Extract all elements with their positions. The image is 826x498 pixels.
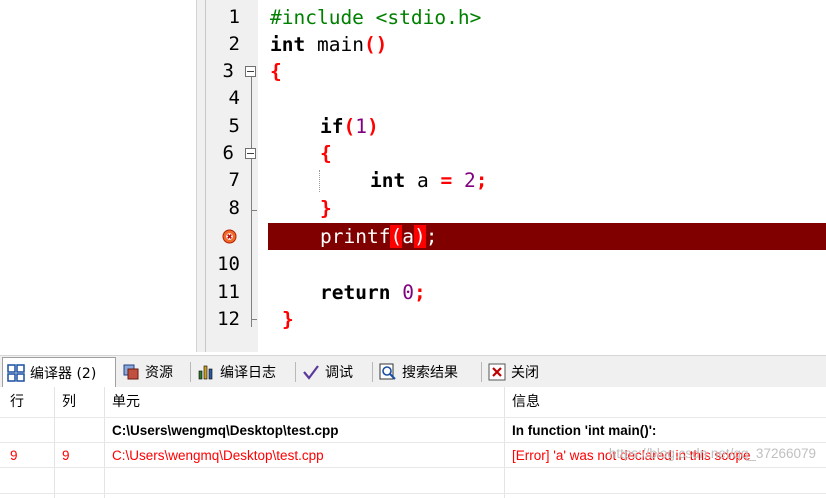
watermark: https://blog.csdn.net/qq_37266079: [608, 446, 816, 461]
open-brace: {: [270, 60, 282, 83]
operator: (: [390, 225, 403, 248]
line-number: 4: [228, 87, 240, 109]
line-number: 2: [228, 33, 240, 55]
code-text: return 0;: [320, 279, 426, 306]
number-literal: 1: [355, 115, 367, 138]
checkmark-icon: [303, 365, 319, 380]
close-icon: [488, 363, 506, 381]
operator: ): [413, 225, 426, 248]
compiler-messages-table: 行 列 单元 信息 C:\Users\wengmq\Desktop\test.c…: [0, 387, 826, 498]
bar-chart-icon: [198, 365, 213, 380]
operator: ;: [413, 281, 426, 304]
tab-label: 资源: [145, 365, 173, 381]
row-line: 9: [10, 448, 18, 463]
line-number: 1: [228, 6, 240, 28]
tab-label: 调试: [325, 365, 353, 381]
code-line-9-error: printf(a);: [206, 223, 826, 250]
tab-label: 编译器 (2): [30, 365, 97, 382]
column-header-line[interactable]: 行: [10, 387, 24, 417]
code-line-2: 2 int main(): [206, 31, 826, 58]
row-message: In function 'int main()':: [512, 423, 657, 438]
line-number: 12: [217, 308, 240, 330]
code-line-8: 8 }: [206, 195, 826, 222]
compiler-grid-icon: [7, 363, 25, 382]
line-number: 10: [217, 253, 240, 275]
tab-close[interactable]: 关闭: [484, 358, 552, 386]
pane-splitter[interactable]: [197, 0, 206, 352]
keyword: if: [320, 115, 344, 138]
keyword: int: [270, 33, 306, 56]
identifier: a: [402, 225, 414, 248]
row-column: 9: [62, 448, 70, 463]
code-text: if(1): [320, 113, 379, 140]
tab-label: 关闭: [511, 365, 539, 381]
operator: ): [366, 115, 379, 138]
number-literal: 2: [452, 169, 476, 192]
line-number: 5: [228, 115, 240, 137]
include-directive: #include <stdio.h>: [270, 6, 482, 29]
code-line-12: 12 }: [206, 306, 826, 333]
tab-debug[interactable]: 调试: [298, 358, 370, 386]
identifier: a: [405, 169, 441, 192]
keyword: return: [320, 281, 391, 304]
tab-search-results[interactable]: 搜索结果: [375, 358, 479, 386]
code-editor[interactable]: 1 #include <stdio.h> 2 int main() 3 { 4 …: [206, 0, 826, 352]
line-number: 11: [217, 281, 240, 303]
column-header-message[interactable]: 信息: [512, 387, 540, 417]
code-line-11: 11 return 0;: [206, 279, 826, 306]
identifier: printf: [320, 225, 391, 248]
code-line-6: 6 {: [206, 140, 826, 167]
row-unit: C:\Users\wengmq\Desktop\test.cpp: [112, 448, 324, 463]
column-header-unit[interactable]: 单元: [112, 387, 140, 417]
code-line-4: 4: [206, 85, 826, 112]
code-text: int main(): [270, 31, 387, 58]
keyword: int: [370, 169, 406, 192]
operator: =: [440, 169, 453, 192]
code-line-1: 1 #include <stdio.h>: [206, 4, 826, 31]
code-line-3: 3 {: [206, 58, 826, 85]
operator: (): [363, 33, 388, 56]
output-tab-bar: 编译器 (2) 资源 编译日志 调试 搜索结果 关闭: [0, 355, 826, 388]
operator: ;: [425, 225, 438, 248]
code-line-7: 7 int a = 2;: [206, 167, 826, 194]
column-header-column[interactable]: 列: [62, 387, 76, 417]
tab-compile-log[interactable]: 编译日志: [193, 358, 293, 386]
project-pane: [0, 0, 197, 352]
line-number: 6: [222, 142, 234, 164]
error-marker-icon[interactable]: [222, 229, 237, 244]
operator: ;: [475, 169, 488, 192]
close-brace: }: [282, 308, 294, 331]
tab-label: 编译日志: [220, 365, 276, 381]
open-brace: {: [320, 142, 332, 165]
identifier: main: [305, 33, 364, 56]
code-line-5: 5 if(1): [206, 113, 826, 140]
tab-label: 搜索结果: [402, 365, 458, 381]
tab-compiler[interactable]: 编译器 (2): [2, 357, 116, 387]
operator: (: [343, 115, 356, 138]
tab-resources[interactable]: 资源: [118, 358, 188, 386]
resources-icon: [123, 364, 139, 380]
line-number: 7: [228, 169, 240, 191]
row-unit: C:\Users\wengmq\Desktop\test.cpp: [112, 423, 339, 438]
code-text: int a = 2;: [370, 167, 487, 194]
search-results-icon: [379, 363, 396, 380]
code-line-10: 10: [206, 251, 826, 278]
code-text: printf(a);: [320, 223, 437, 250]
line-number: 3: [222, 60, 234, 82]
close-brace: }: [320, 197, 332, 220]
number-literal: 0: [390, 281, 414, 304]
line-number: 8: [228, 197, 240, 219]
